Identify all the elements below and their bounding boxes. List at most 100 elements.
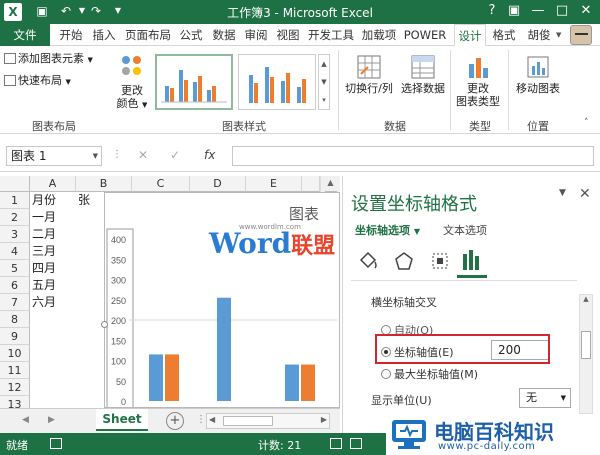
user-dropdown-icon[interactable]: ▼: [556, 31, 561, 39]
normal-view-icon[interactable]: [330, 438, 342, 449]
axis-options-active-tab[interactable]: [457, 246, 487, 278]
change-chart-type-button[interactable]: 更改 图表类型: [452, 54, 504, 108]
cell-a3[interactable]: 二月: [30, 226, 76, 243]
page-layout-view-icon[interactable]: [350, 438, 362, 449]
horizontal-scrollbar[interactable]: ◀ ▶: [206, 413, 330, 429]
radio-max-axis-value[interactable]: 最大坐标轴值(M): [381, 366, 478, 382]
row-header[interactable]: 5: [0, 260, 30, 277]
tab-addins[interactable]: 加载项: [359, 24, 399, 46]
row-header[interactable]: 6: [0, 277, 30, 294]
pane-options-dropdown-icon[interactable]: ▼: [559, 188, 566, 198]
cell-b1[interactable]: 张: [76, 192, 102, 209]
row-header[interactable]: 7: [0, 294, 30, 311]
chart-area[interactable]: 图表 Word联盟 www.wordlm.com 400 350 300 250 200…: [101, 192, 340, 408]
next-sheet-icon[interactable]: ▶: [48, 415, 55, 425]
column-header[interactable]: D: [190, 176, 246, 192]
row-header[interactable]: 2: [0, 209, 30, 226]
name-box-dropdown-icon[interactable]: ▼: [93, 147, 98, 165]
group-label-type: 类型: [469, 120, 491, 133]
scroll-left-arrow-icon[interactable]: ◀: [209, 415, 215, 424]
scroll-right-arrow-icon[interactable]: ▶: [321, 415, 327, 424]
cell-a2[interactable]: 一月: [30, 209, 76, 226]
column-header[interactable]: A: [30, 176, 76, 192]
scroll-up-arrow-icon[interactable]: ▲: [321, 178, 340, 187]
formula-bar-grip-icon[interactable]: ⋮: [112, 149, 122, 160]
column-header[interactable]: E: [246, 176, 302, 192]
cell-a4[interactable]: 三月: [30, 243, 76, 260]
help-button[interactable]: ?: [482, 2, 502, 20]
chart-styles-scroll[interactable]: ▲ ▼ ▾: [318, 54, 330, 110]
tab-home[interactable]: 开始: [56, 24, 86, 46]
select-all-corner[interactable]: [0, 176, 30, 192]
tab-axis-options[interactable]: 坐标轴选项 ▼: [355, 222, 420, 238]
pane-close-icon[interactable]: ✕: [579, 186, 591, 202]
size-properties-icon[interactable]: [429, 250, 451, 272]
user-name[interactable]: 胡俊: [524, 24, 554, 46]
sheet-tab-active[interactable]: Sheet: [96, 409, 148, 431]
ribbon-display-options-icon[interactable]: ▣: [504, 2, 524, 20]
add-chart-element-button[interactable]: 添加图表元素 ▼: [4, 52, 104, 67]
tab-view[interactable]: 视图: [273, 24, 303, 46]
tab-data[interactable]: 数据: [209, 24, 239, 46]
row-header[interactable]: 9: [0, 328, 30, 345]
group-label-data: 数据: [384, 120, 406, 133]
tab-developer[interactable]: 开发工具: [305, 24, 357, 46]
minimize-button[interactable]: —: [528, 2, 548, 20]
effects-icon[interactable]: [393, 250, 415, 272]
cell-a5[interactable]: 四月: [30, 260, 76, 277]
ribbon: 添加图表元素 ▼ 快速布局 ▼ 更改 颜色 ▼ ▲ ▼ ▾ 切换行/列 选择数据…: [0, 46, 600, 134]
chart-style-2[interactable]: [238, 54, 316, 110]
new-sheet-button[interactable]: +: [166, 412, 184, 430]
horizontal-scroll-thumb[interactable]: [223, 416, 273, 426]
chart-plot[interactable]: 400 350 300 250 200 150 100 50 0: [105, 193, 339, 407]
scroll-up-arrow-icon[interactable]: ▲: [580, 295, 592, 303]
restore-button[interactable]: □: [552, 2, 572, 20]
tab-format[interactable]: 格式: [488, 24, 520, 46]
collapse-ribbon-icon[interactable]: ˄: [584, 118, 589, 128]
column-header[interactable]: C: [132, 176, 190, 192]
row-header[interactable]: 10: [0, 345, 30, 362]
select-data-button[interactable]: 选择数据: [398, 54, 448, 95]
pane-scroll-thumb[interactable]: [581, 331, 591, 359]
column-header[interactable]: B: [76, 176, 132, 192]
cancel-formula-button[interactable]: ✕: [138, 148, 148, 162]
cell-a7[interactable]: 六月: [30, 294, 76, 311]
avatar[interactable]: [570, 25, 592, 45]
row-header[interactable]: 3: [0, 226, 30, 243]
row-header[interactable]: 12: [0, 379, 30, 396]
tab-power[interactable]: POWER: [402, 24, 448, 46]
prev-sheet-icon[interactable]: ◀: [22, 415, 29, 425]
fill-line-icon[interactable]: [357, 250, 379, 272]
close-button[interactable]: ✕: [576, 2, 596, 20]
cell-a6[interactable]: 五月: [30, 277, 76, 294]
switch-row-column-button[interactable]: 切换行/列: [342, 54, 396, 95]
cell-a1[interactable]: 月份: [30, 192, 76, 209]
display-units-select[interactable]: 无 ▼: [519, 388, 571, 408]
row-header[interactable]: 1: [0, 192, 30, 209]
name-box[interactable]: 图表 1 ▼: [6, 146, 102, 166]
tab-split-grip-icon[interactable]: ⋮: [196, 414, 206, 425]
change-colors-button[interactable]: 更改 颜色 ▼: [112, 52, 152, 112]
row-header[interactable]: 11: [0, 362, 30, 379]
pane-scrollbar[interactable]: ▲: [579, 294, 593, 414]
tab-insert[interactable]: 插入: [89, 24, 119, 46]
tab-text-options[interactable]: 文本选项: [443, 222, 487, 238]
tab-file[interactable]: 文件: [0, 24, 50, 46]
chart-style-1[interactable]: [155, 54, 233, 110]
row-header[interactable]: 13: [0, 396, 30, 408]
enter-formula-button[interactable]: ✓: [170, 148, 180, 162]
formula-input[interactable]: [232, 146, 594, 166]
tab-design[interactable]: 设计: [454, 24, 486, 46]
row-header[interactable]: 8: [0, 311, 30, 328]
tab-page-layout[interactable]: 页面布局: [122, 24, 174, 46]
tab-review[interactable]: 审阅: [241, 24, 271, 46]
radio-max-circle[interactable]: [381, 369, 391, 379]
row-header[interactable]: 4: [0, 243, 30, 260]
move-chart-button[interactable]: 移动图表: [510, 54, 566, 95]
column-header[interactable]: [302, 176, 320, 192]
macro-record-icon[interactable]: [50, 438, 62, 449]
tab-formulas[interactable]: 公式: [176, 24, 206, 46]
chart-resize-handle[interactable]: [101, 321, 108, 328]
quick-layout-button[interactable]: 快速布局 ▼: [4, 74, 94, 89]
insert-function-button[interactable]: fx: [204, 148, 215, 162]
